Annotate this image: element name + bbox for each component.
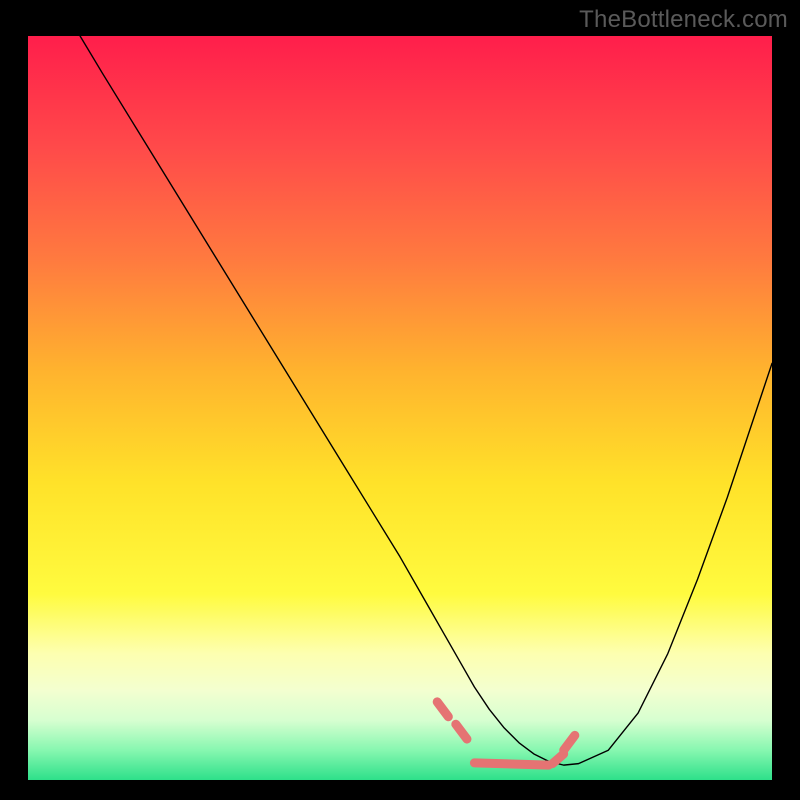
bottleneck-chart: [28, 36, 772, 780]
flat-zone-marker: [474, 763, 548, 765]
chart-frame: TheBottleneck.com: [0, 0, 800, 800]
watermark-text: TheBottleneck.com: [579, 6, 788, 34]
plot-area: [28, 36, 772, 780]
